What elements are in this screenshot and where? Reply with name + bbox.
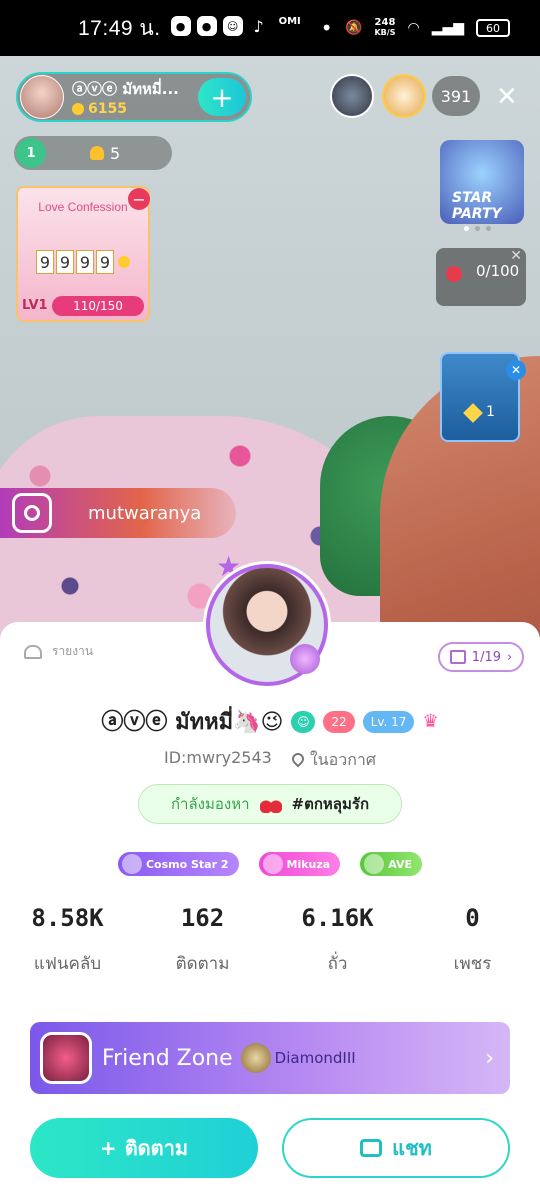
omi-label: OMI [278,16,301,27]
stat-fans[interactable]: 8.58K แฟนคลับ [0,904,135,977]
counter-digit: 9 [76,250,94,274]
instagram-link[interactable]: mutwaranya [0,488,236,538]
chat-bubble-icon: ● [170,16,191,36]
counter-digit: 9 [56,250,74,274]
gift-icon [449,650,466,664]
signal-icon: ▂▄▆ [431,20,464,36]
stat-diamonds[interactable]: 0 เพชร [405,904,540,977]
profile-id: ID:mwry2543 [163,748,272,767]
love-confession-card[interactable]: Love Confession − 9 9 9 9 LV1 110/150 [16,186,150,322]
love-counter: 9 9 9 9 [36,250,130,274]
host-avatar[interactable] [20,75,64,119]
coin-icon [72,103,84,115]
wifi-icon: ◠ [407,20,420,36]
fans-count: 5 [90,144,120,163]
counter-digit: 9 [96,250,114,274]
follow-host-button[interactable]: + [198,78,246,116]
chevron-right-icon: › [485,1045,494,1071]
clock: 17:49 น. [78,16,161,40]
location: ในอวกาศ [289,748,376,773]
love-level: LV1 [22,298,48,313]
location-pin-icon [289,750,307,768]
instagram-icon [12,493,52,533]
chat-icon [360,1139,383,1157]
microphone-icon [290,644,320,674]
profile-stats: 8.58K แฟนคลับ 162 ติดตาม 6.16K ถั่ว 0 เพ… [0,904,540,977]
looking-for-tag[interactable]: กำลังมองหา #ตกหลุมรัก [138,784,402,824]
viewer-avatar[interactable] [382,74,426,118]
plus-icon: + [99,1136,117,1160]
viewer-count[interactable]: 391 [432,76,480,116]
status-bar: 17:49 น. ● ● ☺ ♪ OMI • 🔕 248 KB/S ◠ ▂▄▆ … [0,0,540,56]
carousel-dot [475,226,480,231]
host-info: ⓐⓥⓔ มัทหมี่... 6155 [72,77,179,117]
coin-icon [118,256,130,268]
verified-icon: ☺ [291,710,316,733]
carousel-dots [464,226,491,231]
chat-button[interactable]: แชท [282,1118,510,1178]
close-icon[interactable]: ✕ [496,84,518,110]
chevron-right-icon: › [507,649,513,665]
crown-icon: ♛ [422,711,439,732]
network-speed: 248 KB/S [374,17,396,38]
level-badge: 1 [16,138,46,168]
stat-following[interactable]: 162 ติดตาม [135,904,270,977]
person-icon [90,146,104,160]
gem-count: 1 [486,404,495,420]
bigo-icon: ☺ [222,16,243,36]
report-button[interactable]: รายงาน [24,642,93,661]
dot-icon: • [320,16,333,40]
minimize-icon[interactable]: − [128,188,150,210]
tiktok-icon: ♪ [253,16,264,36]
notification-icons: ● ● ☺ ♪ OMI • [170,16,333,40]
room-level-bar[interactable]: 1 5 [14,136,172,170]
looking-for-label: กำลังมองหา [170,795,250,813]
badge-row: Cosmo Star 2 Mikuza AVE [0,852,540,876]
stat-beans[interactable]: 6.16K ถั่ว [270,904,405,977]
rose-goal-widget[interactable]: ✕ 0/100 [436,248,526,306]
battery-icon: 60 [476,19,510,37]
profile-name: ⓐⓥⓔ มัทหมี่🦄😉 [101,710,284,735]
fan-group-tag: 22 [323,710,355,733]
host-name: ⓐⓥⓔ มัทหมี่... [72,80,179,98]
carousel-dot [464,226,469,231]
rank-emblem-icon [240,1043,271,1073]
alarm-icon [24,644,42,659]
host-coins: 6155 [72,101,179,117]
friend-zone-emblem-icon [40,1032,92,1084]
mute-icon: 🔕 [345,20,363,36]
badge-mikuza[interactable]: Mikuza [258,852,341,876]
love-progress: 110/150 [52,296,144,316]
carousel-dot [486,226,491,231]
viewer-avatar[interactable] [330,74,374,118]
level-tag: Lv. 17 [362,710,415,733]
rose-goal-progress: 0/100 [476,262,520,280]
friend-zone-rank: DiamondIII [240,1043,356,1073]
rose-icon [446,266,462,282]
counter-digit: 9 [36,250,54,274]
gift-wall-button[interactable]: 1/19 › [438,642,524,672]
badge-cosmo-star[interactable]: Cosmo Star 2 [117,852,239,876]
system-icons: 🔕 248 KB/S ◠ ▂▄▆ 60 [345,18,510,38]
follow-button[interactable]: + ติดตาม [30,1118,258,1178]
close-icon[interactable]: ✕ [506,360,526,380]
badge-ave[interactable]: AVE [360,852,423,876]
looking-for-hashtag: #ตกหลุมรัก [291,795,370,813]
friend-zone-title: Friend Zone [102,1045,233,1071]
star-party-label: STAR PARTY [452,190,502,222]
instagram-handle: mutwaranya [88,502,202,524]
profile-name-row: ⓐⓥⓔ มัทหมี่🦄😉 ☺ 22 Lv. 17 ♛ [0,704,540,739]
cherry-icon [259,795,282,813]
host-card[interactable]: ⓐⓥⓔ มัทหมี่... 6155 + [16,72,252,122]
chat-bubble-icon: ● [196,16,217,36]
profile-id-row: ID:mwry2543 ในอวกาศ [0,748,540,773]
friend-zone-banner[interactable]: Friend Zone DiamondIII › [30,1022,510,1094]
